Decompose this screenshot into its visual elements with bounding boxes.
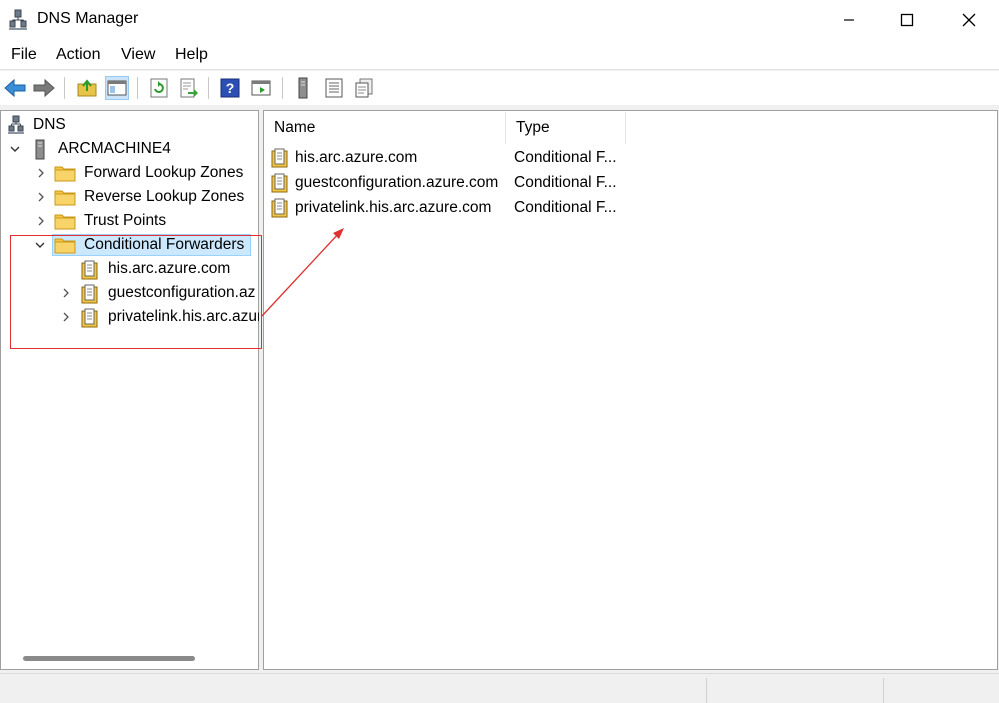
tree-node-forwarder[interactable]: his.arc.azure.com xyxy=(1,258,259,280)
column-header-type[interactable]: Type xyxy=(506,112,626,144)
close-button[interactable] xyxy=(938,0,999,40)
help-icon: ? xyxy=(220,78,240,98)
action-pane-icon xyxy=(251,80,271,96)
tree-label-server: ARCMACHINE4 xyxy=(58,140,171,157)
menu-view[interactable]: View xyxy=(121,46,155,64)
server-button[interactable] xyxy=(291,76,315,100)
server-icon xyxy=(298,77,308,99)
export-list-button[interactable] xyxy=(177,76,201,100)
menu-file[interactable]: File xyxy=(11,46,37,64)
dns-manager-icon xyxy=(9,9,27,30)
show-hide-tree-button[interactable] xyxy=(105,76,129,100)
tree-label: Trust Points xyxy=(84,212,167,229)
list-item[interactable]: privatelink.his.arc.azure.com Conditiona… xyxy=(264,196,998,220)
folder-icon xyxy=(54,190,76,206)
forward-arrow-icon xyxy=(33,79,55,97)
menu-help[interactable]: Help xyxy=(175,46,208,64)
forward-button[interactable] xyxy=(32,76,56,100)
tree-label: his.arc.azure.com xyxy=(108,260,231,277)
list-item-type: Conditional F... xyxy=(514,199,617,216)
forwarder-zone-icon xyxy=(271,173,288,193)
chevron-right-icon[interactable] xyxy=(35,215,47,227)
tree-label-dns: DNS xyxy=(33,116,66,133)
maximize-icon xyxy=(900,13,914,27)
folder-icon xyxy=(54,238,76,254)
horizontal-scrollbar[interactable] xyxy=(23,656,195,661)
chevron-right-icon[interactable] xyxy=(35,167,47,179)
properties-button[interactable] xyxy=(352,76,376,100)
tree-label: guestconfiguration.az xyxy=(108,284,256,301)
list-item[interactable]: his.arc.azure.com Conditional F... xyxy=(264,146,998,170)
menu-bar: File Action View Help xyxy=(0,40,999,70)
forwarder-zone-icon xyxy=(271,198,288,218)
menu-action[interactable]: Action xyxy=(56,46,100,64)
tree-node-server[interactable]: ARCMACHINE4 xyxy=(1,138,259,160)
minimize-button[interactable] xyxy=(818,0,880,40)
forwarder-zone-icon xyxy=(271,148,288,168)
help-button[interactable]: ? xyxy=(218,76,242,100)
refresh-button[interactable] xyxy=(147,76,171,100)
tree-pane[interactable]: DNS ARCMACHINE4 Forward Lookup Zones Rev… xyxy=(0,110,259,670)
status-bar xyxy=(0,673,999,703)
list-item[interactable]: guestconfiguration.azure.com Conditional… xyxy=(264,171,998,195)
tree-node-dns[interactable]: DNS xyxy=(1,114,259,136)
svg-text:?: ? xyxy=(226,80,235,96)
action-pane-button[interactable] xyxy=(249,76,273,100)
show-hide-tree-icon xyxy=(107,80,127,96)
toolbar: ? xyxy=(0,71,999,105)
chevron-right-icon[interactable] xyxy=(35,191,47,203)
column-header-label: Type xyxy=(516,119,550,136)
maximize-button[interactable] xyxy=(876,0,938,40)
properties-icon xyxy=(355,78,373,98)
up-level-button[interactable] xyxy=(75,76,99,100)
folder-icon xyxy=(54,214,76,230)
tree-node-conditional-forwarders[interactable]: Conditional Forwarders xyxy=(1,234,259,256)
minimize-icon xyxy=(844,19,854,21)
close-icon xyxy=(962,13,976,27)
list-item-name: privatelink.his.arc.azure.com xyxy=(295,199,492,216)
list-item-name: guestconfiguration.azure.com xyxy=(295,174,499,191)
list-view-button[interactable] xyxy=(322,76,346,100)
list-item-type: Conditional F... xyxy=(514,149,617,166)
column-header-label: Name xyxy=(274,119,316,136)
tree-label: Forward Lookup Zones xyxy=(84,164,244,181)
title-bar: DNS Manager xyxy=(0,0,999,40)
server-icon xyxy=(35,139,45,160)
back-button[interactable] xyxy=(3,76,27,100)
tree-label: privatelink.his.arc.azur xyxy=(108,308,259,325)
list-item-name: his.arc.azure.com xyxy=(295,149,418,166)
tree-node-forward-lookup-zones[interactable]: Forward Lookup Zones xyxy=(1,162,259,184)
tree-label: Reverse Lookup Zones xyxy=(84,188,245,205)
chevron-right-icon[interactable] xyxy=(60,287,72,299)
forwarder-zone-icon xyxy=(81,284,98,304)
refresh-icon xyxy=(150,78,168,98)
forwarder-zone-icon xyxy=(81,308,98,328)
tree-node-forwarder[interactable]: guestconfiguration.az xyxy=(1,282,259,304)
dns-root-icon xyxy=(8,115,24,134)
tree-node-trust-points[interactable]: Trust Points xyxy=(1,210,259,232)
column-header-name[interactable]: Name xyxy=(264,112,506,144)
chevron-down-icon[interactable] xyxy=(34,239,46,251)
tree-node-forwarder[interactable]: privatelink.his.arc.azur xyxy=(1,306,259,328)
export-list-icon xyxy=(180,78,198,98)
tree-label: Conditional Forwarders xyxy=(84,236,245,253)
list-pane[interactable]: Name Type his.arc.azure.com Conditional … xyxy=(263,110,998,670)
back-arrow-icon xyxy=(4,79,26,97)
tree-node-reverse-lookup-zones[interactable]: Reverse Lookup Zones xyxy=(1,186,259,208)
chevron-right-icon[interactable] xyxy=(60,311,72,323)
up-folder-icon xyxy=(77,79,97,97)
chevron-down-icon[interactable] xyxy=(9,143,21,155)
forwarder-zone-icon xyxy=(81,260,98,280)
list-icon xyxy=(325,78,343,98)
folder-icon xyxy=(54,166,76,182)
list-item-type: Conditional F... xyxy=(514,174,617,191)
window-title: DNS Manager xyxy=(37,10,139,27)
